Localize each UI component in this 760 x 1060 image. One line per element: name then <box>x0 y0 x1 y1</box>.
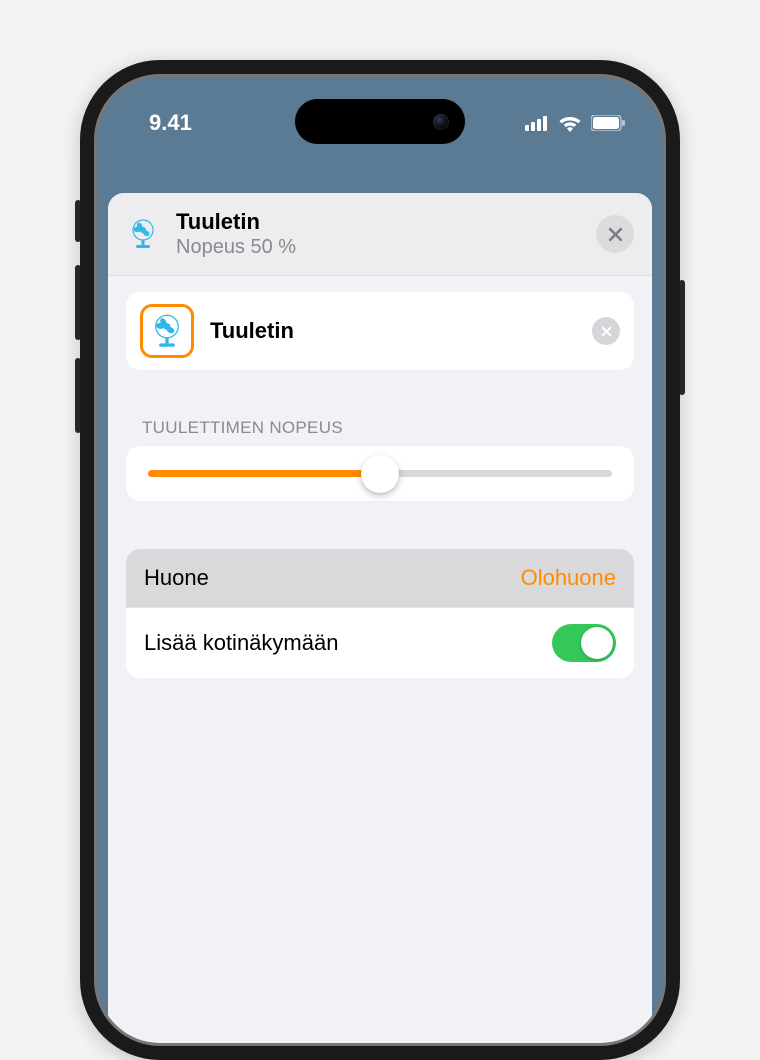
room-label: Huone <box>144 565 209 591</box>
add-to-home-label: Lisää kotinäkymään <box>144 630 338 656</box>
wifi-icon <box>558 115 582 132</box>
close-icon <box>601 326 612 337</box>
add-to-home-row: Lisää kotinäkymään <box>126 608 634 678</box>
slider-fill <box>148 470 380 477</box>
speed-section-label: TUULETTIMEN NOPEUS <box>142 418 634 438</box>
toggle-knob <box>581 627 613 659</box>
room-row[interactable]: Huone Olohuone <box>126 549 634 608</box>
room-value: Olohuone <box>521 565 616 591</box>
close-icon <box>608 227 623 242</box>
phone-frame: 9.41 Tuuletin Nopeus 5 <box>80 60 680 1060</box>
dynamic-island <box>295 99 465 144</box>
close-button[interactable] <box>596 215 634 253</box>
speed-slider-card <box>126 446 634 501</box>
sheet-header: Tuuletin Nopeus 50 % <box>108 193 652 276</box>
camera-icon <box>433 114 449 130</box>
add-to-home-toggle[interactable] <box>552 624 616 662</box>
battery-icon <box>591 115 625 131</box>
accessory-sheet: Tuuletin Nopeus 50 % Tuuletin <box>108 193 652 1043</box>
screen: 9.41 Tuuletin Nopeus 5 <box>94 74 666 1046</box>
accessory-title: Tuuletin <box>176 209 580 235</box>
settings-list: Huone Olohuone Lisää kotinäkymään <box>126 549 634 678</box>
accessory-status: Nopeus 50 % <box>176 236 580 259</box>
speed-slider[interactable] <box>148 470 612 477</box>
accessory-name: Tuuletin <box>210 318 576 344</box>
fan-icon <box>140 304 194 358</box>
fan-icon <box>126 217 160 251</box>
status-time: 9.41 <box>149 110 192 136</box>
cellular-icon <box>525 115 549 131</box>
accessory-name-card[interactable]: Tuuletin <box>126 292 634 370</box>
clear-name-button[interactable] <box>592 317 620 345</box>
slider-thumb[interactable] <box>361 455 399 493</box>
